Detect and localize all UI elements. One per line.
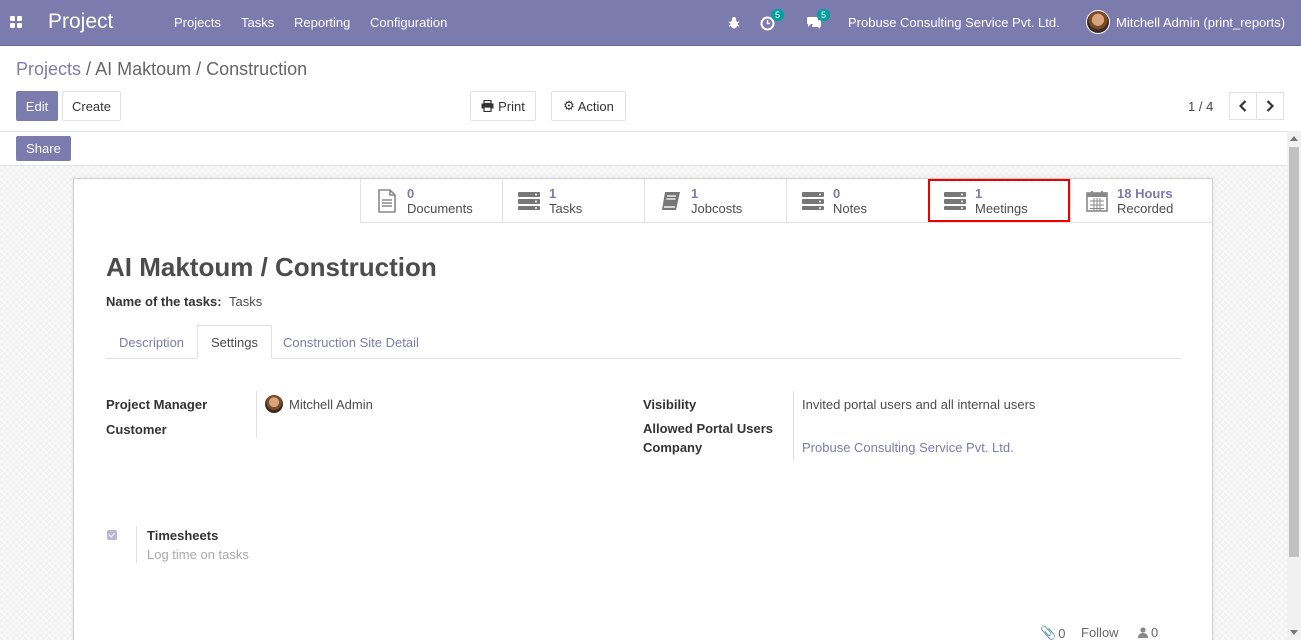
chevron-left-icon	[1239, 100, 1247, 112]
paperclip-icon: 📎	[1040, 625, 1057, 640]
documents-count: 0	[407, 185, 415, 201]
tasks-name-label: Name of the tasks:	[106, 294, 222, 309]
timesheets-checkbox[interactable]	[107, 530, 117, 540]
meetings-icon	[943, 189, 967, 213]
print-button[interactable]: Print	[470, 91, 536, 121]
allowed-portal-users-label: Allowed Portal Users	[643, 421, 774, 436]
meetings-smart-button[interactable]: 1 Meetings	[928, 179, 1070, 222]
company-label: Company	[643, 440, 703, 455]
notes-icon	[801, 189, 825, 213]
attachments-count: 0	[1058, 625, 1066, 640]
tasks-icon	[517, 189, 541, 213]
followers-count: 0	[1151, 625, 1159, 640]
user-avatar	[1086, 10, 1110, 34]
tasks-name-value: Tasks	[228, 294, 263, 309]
user-name: Mitchell Admin (print_reports)	[1116, 14, 1286, 30]
messages-chat-icon[interactable]: 5	[806, 9, 831, 35]
project-manager-field[interactable]: Mitchell Admin	[265, 395, 373, 413]
meetings-label: Meetings	[975, 200, 1028, 216]
tab-description[interactable]: Description	[106, 325, 197, 359]
followers-button[interactable]: 0	[1138, 625, 1158, 640]
app-brand[interactable]: Project	[48, 10, 113, 34]
manager-avatar	[265, 395, 283, 413]
create-button[interactable]: Create	[62, 91, 121, 121]
top-navbar: Project Projects Tasks Reporting Configu…	[0, 0, 1301, 46]
menu-reporting[interactable]: Reporting	[294, 15, 350, 30]
form-sheet: 0 Documents 1 Tasks 1 Jobcosts 0 Notes 1…	[73, 178, 1213, 640]
action-button[interactable]: ⚙ Action	[551, 91, 626, 121]
timesheets-divider	[136, 526, 137, 563]
tasks-label: Tasks	[549, 200, 583, 216]
documents-smart-button[interactable]: 0 Documents	[360, 179, 502, 222]
right-group-divider	[793, 391, 794, 461]
recorded-hours-label: Recorded	[1117, 200, 1174, 216]
vertical-scrollbar[interactable]	[1287, 131, 1301, 640]
left-group-divider	[256, 391, 257, 438]
recorded-hours-value: 18 Hours	[1117, 185, 1173, 201]
scroll-down-arrow-icon[interactable]	[1290, 630, 1298, 635]
chevron-right-icon	[1266, 100, 1274, 112]
breadcrumb-current: AI Maktoum / Construction	[95, 59, 308, 79]
customer-label: Customer	[106, 422, 167, 437]
timesheets-label: Timesheets	[147, 528, 219, 543]
record-title: AI Maktoum / Construction	[106, 252, 437, 282]
share-button[interactable]: Share	[16, 136, 71, 161]
tasks-name-field: Name of the tasks: Tasks	[106, 294, 262, 309]
jobcosts-label: Jobcosts	[691, 200, 743, 216]
apps-menu-icon[interactable]	[10, 16, 23, 29]
breadcrumb-separator: /	[86, 59, 92, 79]
company-value[interactable]: Probuse Consulting Service Pvt. Ltd.	[802, 440, 1014, 455]
user-icon	[1138, 627, 1148, 638]
debug-bug-icon[interactable]	[727, 11, 741, 35]
jobcosts-smart-button[interactable]: 1 Jobcosts	[644, 179, 786, 222]
tab-construction-site-detail[interactable]: Construction Site Detail	[270, 325, 432, 359]
action-label: Action	[577, 98, 614, 114]
project-manager-label: Project Manager	[106, 397, 208, 412]
calendar-icon	[1085, 189, 1109, 213]
pager-value: 1 / 4	[1188, 99, 1214, 114]
tasks-count: 1	[549, 185, 557, 201]
tab-settings[interactable]: Settings	[197, 325, 272, 359]
follow-button[interactable]: Follow	[1081, 625, 1119, 640]
smart-button-box: 0 Documents 1 Tasks 1 Jobcosts 0 Notes 1…	[360, 179, 1213, 223]
notebook-tabs: Description Settings Construction Site D…	[106, 325, 1181, 359]
attachments-button[interactable]: 📎 0	[1040, 625, 1065, 640]
tasks-smart-button[interactable]: 1 Tasks	[502, 179, 644, 222]
pager-previous-button[interactable]	[1229, 92, 1257, 120]
menu-projects[interactable]: Projects	[174, 15, 221, 30]
breadcrumb-projects[interactable]: Projects	[16, 59, 81, 79]
notes-smart-button[interactable]: 0 Notes	[786, 179, 928, 222]
scroll-up-arrow-icon[interactable]	[1290, 136, 1298, 141]
company-switcher[interactable]: Probuse Consulting Service Pvt. Ltd.	[848, 15, 1060, 30]
pager-next-button[interactable]	[1256, 92, 1284, 120]
project-manager-value: Mitchell Admin	[289, 396, 373, 412]
meetings-count: 1	[975, 185, 983, 201]
breadcrumb: Projects / AI Maktoum / Construction	[16, 59, 307, 80]
timesheets-help: Log time on tasks	[147, 547, 249, 562]
edit-button[interactable]: Edit	[16, 91, 58, 121]
documents-label: Documents	[407, 200, 473, 216]
scrollbar-thumb[interactable]	[1289, 147, 1299, 557]
visibility-label: Visibility	[643, 397, 697, 412]
document-icon	[375, 188, 399, 213]
gear-icon: ⚙	[563, 98, 575, 113]
notes-count: 0	[833, 185, 841, 201]
user-menu[interactable]: Mitchell Admin (print_reports)	[1086, 10, 1285, 34]
activity-clock-icon[interactable]: 5	[760, 9, 785, 35]
recorded-hours-smart-button[interactable]: 18 Hours Recorded	[1070, 179, 1212, 222]
messages-count-badge: 5	[817, 9, 831, 21]
print-icon	[481, 100, 494, 112]
visibility-value[interactable]: Invited portal users and all internal us…	[802, 397, 1035, 412]
activity-count-badge: 5	[771, 9, 785, 21]
menu-tasks[interactable]: Tasks	[241, 15, 274, 30]
menu-configuration[interactable]: Configuration	[370, 15, 447, 30]
jobcosts-count: 1	[691, 185, 699, 201]
print-label: Print	[498, 98, 525, 114]
status-bar	[0, 131, 1287, 166]
notes-label: Notes	[833, 200, 867, 216]
book-icon	[659, 189, 683, 213]
